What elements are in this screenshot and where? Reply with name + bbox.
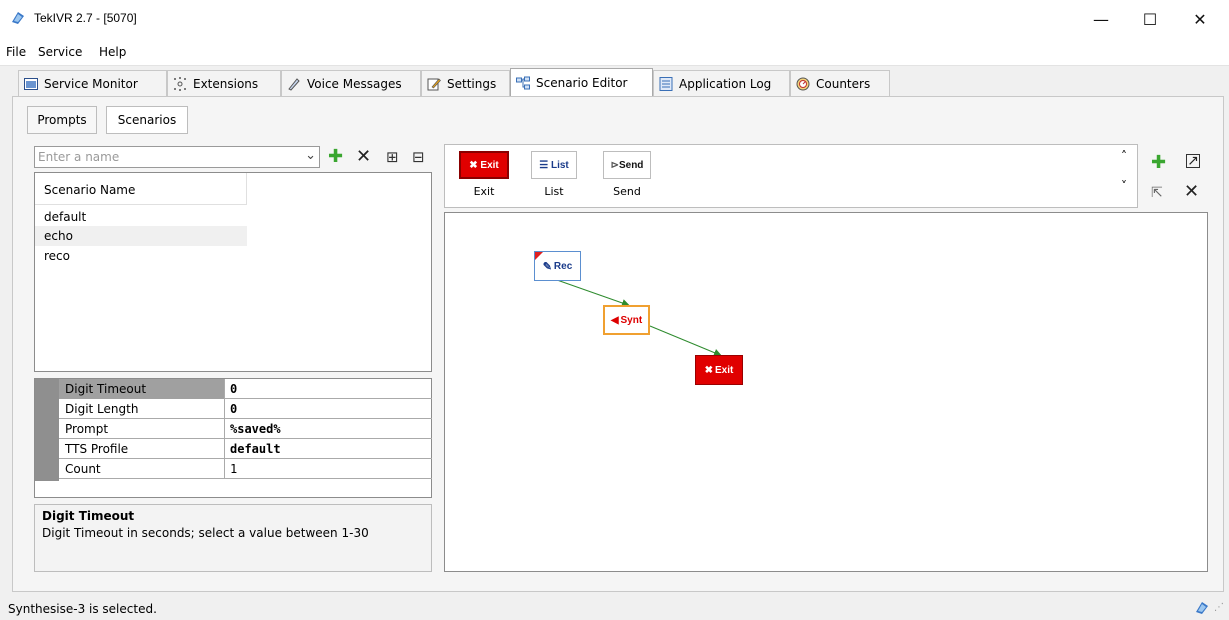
list-icon: ☰ List <box>531 151 577 179</box>
monitor-icon <box>24 77 38 91</box>
scenario-editor-icon <box>516 76 530 90</box>
toolbox-send[interactable]: ⊳ Send Send <box>603 151 651 198</box>
property-name: Digit Timeout <box>59 379 225 399</box>
scenario-row-default[interactable]: default <box>35 207 247 227</box>
record-icon: ✎ <box>542 260 552 273</box>
connector-synt-exit <box>649 325 722 357</box>
export-scenario-button[interactable]: ⊟ <box>412 148 425 166</box>
scenario-canvas[interactable]: ✎ Rec ◀ Synt ✖ Exit <box>444 212 1208 572</box>
send-icon: ⊳ Send <box>603 151 651 179</box>
description-title: Digit Timeout <box>42 509 135 523</box>
close-button[interactable]: ✕ <box>1177 0 1223 38</box>
scenario-name-placeholder: Enter a name <box>38 150 120 164</box>
tab-counters[interactable]: Counters <box>790 70 890 96</box>
add-scenario-button[interactable]: ✚ <box>328 148 343 166</box>
scenario-list: Scenario Name default echo reco <box>34 172 432 372</box>
window-title: TekIVR 2.7 - [5070] <box>34 11 137 25</box>
toolbox-list[interactable]: ☰ List List <box>531 151 577 198</box>
menu-help[interactable]: Help <box>99 45 126 59</box>
menu-file[interactable]: File <box>6 45 26 59</box>
log-icon <box>659 76 673 91</box>
property-row-digit-timeout[interactable]: Digit Timeout 0 <box>59 379 432 399</box>
scenario-list-header[interactable]: Scenario Name <box>35 173 247 205</box>
property-description: Digit Timeout Digit Timeout in seconds; … <box>34 504 432 572</box>
node-exit[interactable]: ✖ Exit <box>695 355 743 385</box>
scenario-row-echo[interactable]: echo <box>35 226 247 246</box>
add-block-button[interactable]: ✚ <box>1151 154 1166 172</box>
speaker-icon: ◀ <box>610 314 619 326</box>
status-bar: Synthesise-3 is selected. ⋰ <box>0 596 1229 620</box>
property-row-digit-length[interactable]: Digit Length 0 <box>59 399 432 419</box>
property-grid: Digit Timeout 0 Digit Length 0 Prompt %s… <box>34 378 432 498</box>
pointer-tool-button[interactable]: ⇱ <box>1151 184 1163 202</box>
property-value[interactable]: 1 <box>225 459 237 479</box>
property-name: TTS Profile <box>59 439 225 459</box>
extensions-icon <box>173 76 187 91</box>
property-row-count[interactable]: Count 1 <box>59 459 432 479</box>
node-rec[interactable]: ✎ Rec <box>534 251 581 281</box>
counters-icon <box>796 77 810 91</box>
popout-button[interactable]: ↗ <box>1186 154 1200 168</box>
menu-bar: File Service Help <box>0 38 1229 66</box>
property-value[interactable]: 0 <box>225 399 237 419</box>
toolbox-caption: Send <box>613 185 641 198</box>
tab-voice-messages[interactable]: Voice Messages <box>281 70 421 96</box>
app-icon <box>12 12 24 24</box>
delete-scenario-button[interactable]: ✕ <box>356 148 371 166</box>
toolbox-caption: Exit <box>473 185 495 198</box>
tab-service-monitor[interactable]: Service Monitor <box>18 70 167 96</box>
toolbox-caption: List <box>544 185 564 198</box>
toolbox-scroll-up-button[interactable]: ˄ <box>1121 149 1127 163</box>
exit-icon: ✖ <box>704 364 714 376</box>
delete-block-button[interactable]: ✕ <box>1184 183 1199 201</box>
tab-scenario-editor[interactable]: Scenario Editor <box>510 68 653 97</box>
scenario-name-combo[interactable]: Enter a name ⌄ <box>34 146 320 168</box>
scenario-row-reco[interactable]: reco <box>35 246 247 266</box>
node-synt[interactable]: ◀ Synt <box>603 305 650 335</box>
toolbox-scroll-down-button[interactable]: ˅ <box>1121 179 1127 193</box>
property-name: Count <box>59 459 225 479</box>
description-text: Digit Timeout in seconds; select a value… <box>42 526 369 540</box>
property-row-tts-profile[interactable]: TTS Profile default <box>59 439 432 459</box>
property-name: Prompt <box>59 419 225 439</box>
connector-rec-synt <box>556 279 630 307</box>
menu-service[interactable]: Service <box>38 45 82 59</box>
tray-app-icon <box>1196 602 1208 614</box>
property-grid-gutter <box>35 379 59 481</box>
exit-icon: ✖ Exit <box>459 151 509 179</box>
minimize-button[interactable]: — <box>1078 0 1124 38</box>
property-value[interactable]: default <box>225 439 281 459</box>
property-row-prompt[interactable]: Prompt %saved% <box>59 419 432 439</box>
block-toolbox: ✖ Exit Exit ☰ List List ⊳ Send Send ˄ ˅ <box>444 144 1138 208</box>
property-value[interactable]: %saved% <box>225 419 281 439</box>
property-name: Digit Length <box>59 399 225 419</box>
tab-settings[interactable]: Settings <box>421 70 510 96</box>
chevron-down-icon[interactable]: ⌄ <box>305 148 316 163</box>
settings-icon <box>427 77 441 91</box>
tab-extensions[interactable]: Extensions <box>167 70 281 96</box>
subtab-prompts[interactable]: Prompts <box>27 106 97 134</box>
import-scenario-button[interactable]: ⊞ <box>386 148 399 166</box>
title-bar: TekIVR 2.7 - [5070] — ☐ ✕ <box>0 0 1229 38</box>
property-value[interactable]: 0 <box>225 379 237 399</box>
red-corner-marker <box>535 252 543 260</box>
tab-application-log[interactable]: Application Log <box>653 70 790 96</box>
status-text: Synthesise-3 is selected. <box>8 602 157 616</box>
subtab-scenarios[interactable]: Scenarios <box>106 106 188 134</box>
voice-messages-icon <box>287 77 301 91</box>
toolbox-exit[interactable]: ✖ Exit Exit <box>459 151 509 198</box>
resize-grip[interactable]: ⋰ <box>1214 602 1224 613</box>
maximize-button[interactable]: ☐ <box>1127 0 1173 38</box>
